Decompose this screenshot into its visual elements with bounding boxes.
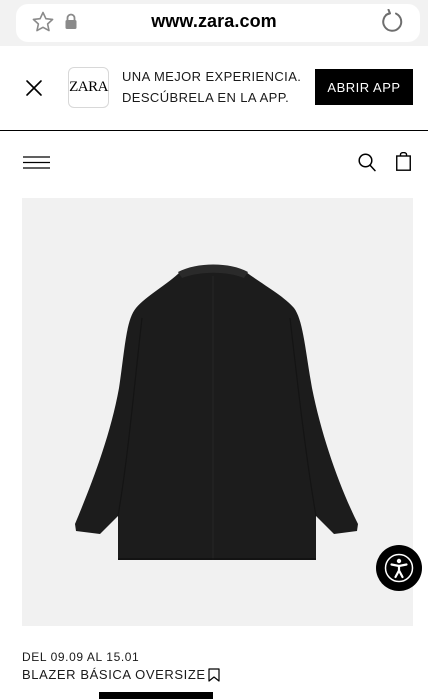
accessibility-icon	[384, 553, 414, 583]
url-text[interactable]: www.zara.com	[0, 11, 428, 32]
menu-icon[interactable]	[23, 156, 50, 169]
bookmark-icon[interactable]	[208, 668, 220, 682]
close-icon[interactable]	[24, 78, 44, 98]
search-icon[interactable]	[358, 153, 376, 172]
product-date-range: DEL 09.09 AL 15.01	[22, 650, 140, 664]
accessibility-button[interactable]	[376, 545, 422, 591]
black-blazer-image	[75, 264, 358, 560]
zara-app-logo: ZARA	[68, 67, 109, 108]
browser-address-bar: www.zara.com	[0, 0, 428, 46]
product-name[interactable]: BLAZER BÁSICA OVERSIZE	[22, 667, 206, 682]
logo-text: ZARA	[69, 79, 108, 95]
app-promo-banner: ZARA UNA MEJOR EXPERIENCIA. DESCÚBRELA E…	[0, 46, 428, 131]
reload-icon[interactable]	[380, 9, 404, 35]
banner-text-line1: UNA MEJOR EXPERIENCIA.	[122, 69, 302, 84]
product-image[interactable]	[22, 198, 413, 626]
banner-text-line2: DESCÚBRELA EN LA APP.	[122, 90, 290, 105]
open-app-button[interactable]: ABRIR APP	[315, 69, 413, 105]
add-to-cart-button[interactable]	[99, 692, 213, 699]
bag-icon[interactable]	[396, 152, 411, 171]
